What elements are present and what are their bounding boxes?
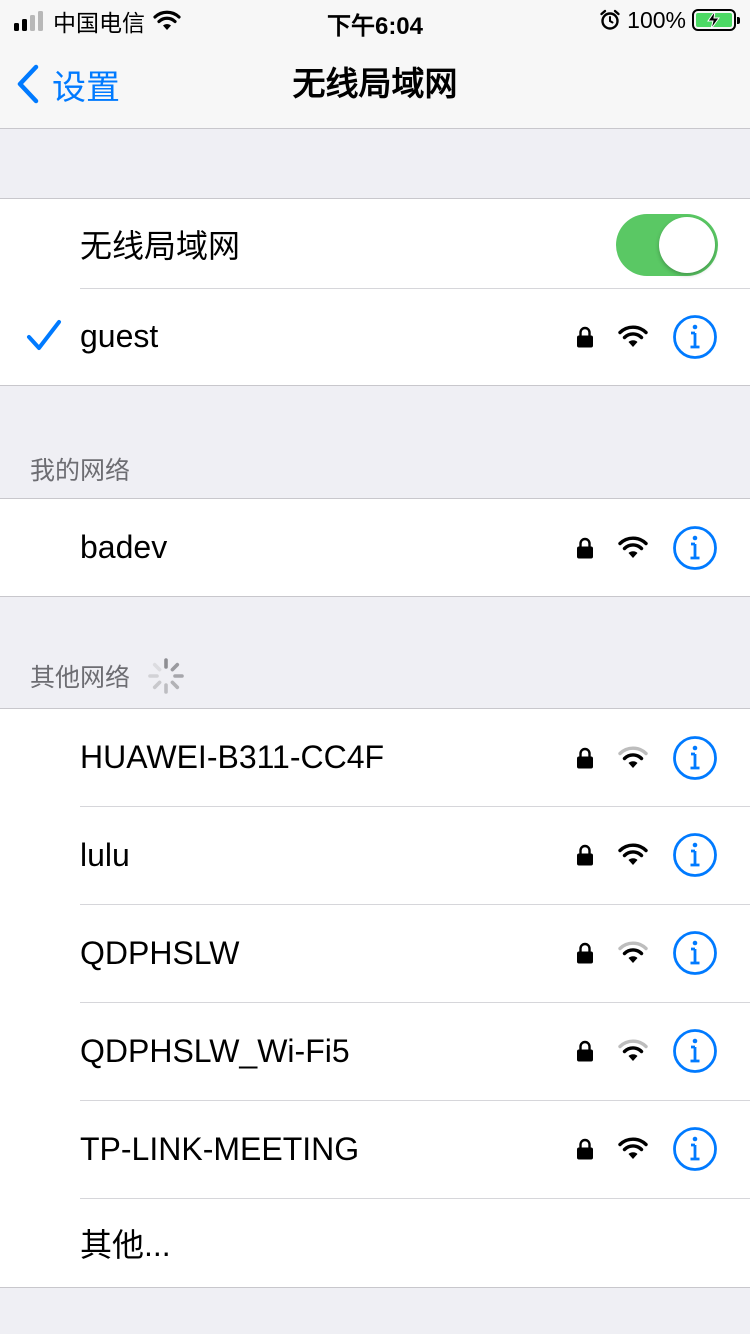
other-networks-group: HUAWEI-B311-CC4F lulu QDPHSLW QDPHSLW_Wi… (0, 708, 750, 1288)
network-icons (576, 806, 718, 904)
network-name: guest (80, 318, 159, 354)
wifi-main-group: 无线局域网 guest (0, 198, 750, 386)
other-network-row[interactable]: 其他... (0, 1198, 750, 1287)
my-networks-header: 我的网络 (30, 451, 130, 487)
network-icons (576, 1002, 718, 1100)
network-name: QDPHSLW (80, 934, 240, 971)
lock-icon (577, 1040, 593, 1062)
alarm-clock-icon (600, 9, 620, 30)
network-row[interactable]: badev (0, 499, 750, 596)
info-button-icon[interactable] (672, 930, 718, 976)
wifi-signal-weak-icon (618, 941, 648, 963)
network-name: QDPHSLW_Wi-Fi5 (80, 1032, 350, 1069)
wifi-toggle-row: 无线局域网 (0, 199, 750, 288)
wifi-signal-full-icon (618, 325, 648, 347)
network-icons (576, 904, 718, 1002)
network-name: lulu (80, 836, 130, 873)
lock-icon (577, 942, 593, 964)
network-row[interactable]: HUAWEI-B311-CC4F (0, 709, 750, 806)
network-row[interactable]: QDPHSLW_Wi-Fi5 (0, 1002, 750, 1100)
wifi-signal-full-icon (618, 843, 648, 865)
wifi-signal-weak-icon (618, 1039, 648, 1061)
network-icons (576, 1100, 718, 1198)
network-icons (576, 499, 718, 596)
battery-percent: 100% (627, 6, 686, 33)
network-name: TP-LINK-MEETING (80, 1130, 360, 1167)
other-network-label: 其他... (80, 1226, 171, 1263)
checkmark-icon (27, 320, 61, 350)
wifi-signal-weak-icon (618, 746, 648, 768)
my-networks-group: badev (0, 498, 750, 597)
network-row[interactable]: QDPHSLW (0, 904, 750, 1002)
info-button-icon[interactable] (672, 1126, 718, 1172)
lock-icon (577, 1138, 593, 1160)
lock-icon (577, 537, 593, 558)
toggle-knob (659, 217, 715, 273)
lock-icon (577, 844, 593, 866)
status-bar: 中国电信 下午6:04 100% (0, 0, 750, 40)
info-button-icon[interactable] (672, 832, 718, 878)
lock-icon (577, 747, 593, 768)
wifi-signal-full-icon (618, 536, 648, 558)
wifi-toggle-switch[interactable] (616, 214, 718, 276)
connected-network-row[interactable]: guest (0, 288, 750, 385)
other-networks-header-label: 其他网络 (30, 664, 131, 692)
info-button-icon[interactable] (672, 735, 718, 781)
info-button-icon[interactable] (672, 525, 718, 571)
battery-charging-icon (692, 9, 740, 31)
loading-spinner-icon (148, 658, 184, 694)
network-icons (576, 709, 718, 806)
lock-icon (577, 326, 593, 347)
wifi-toggle-label: 无线局域网 (80, 227, 241, 264)
network-name: badev (80, 529, 168, 565)
network-icons (576, 288, 718, 385)
info-button-icon[interactable] (672, 1028, 718, 1074)
other-networks-header: 其他网络 (30, 656, 186, 696)
navigation-bar: 设置 无线局域网 (0, 40, 750, 129)
status-right: 100% (599, 6, 740, 34)
network-row[interactable]: lulu (0, 806, 750, 904)
info-button-icon[interactable] (672, 314, 718, 360)
page-title: 无线局域网 (292, 65, 458, 102)
network-row[interactable]: TP-LINK-MEETING (0, 1100, 750, 1198)
my-networks-header-label: 我的网络 (30, 457, 131, 485)
wifi-signal-full-icon (618, 1137, 648, 1159)
network-name: HUAWEI-B311-CC4F (80, 739, 385, 775)
